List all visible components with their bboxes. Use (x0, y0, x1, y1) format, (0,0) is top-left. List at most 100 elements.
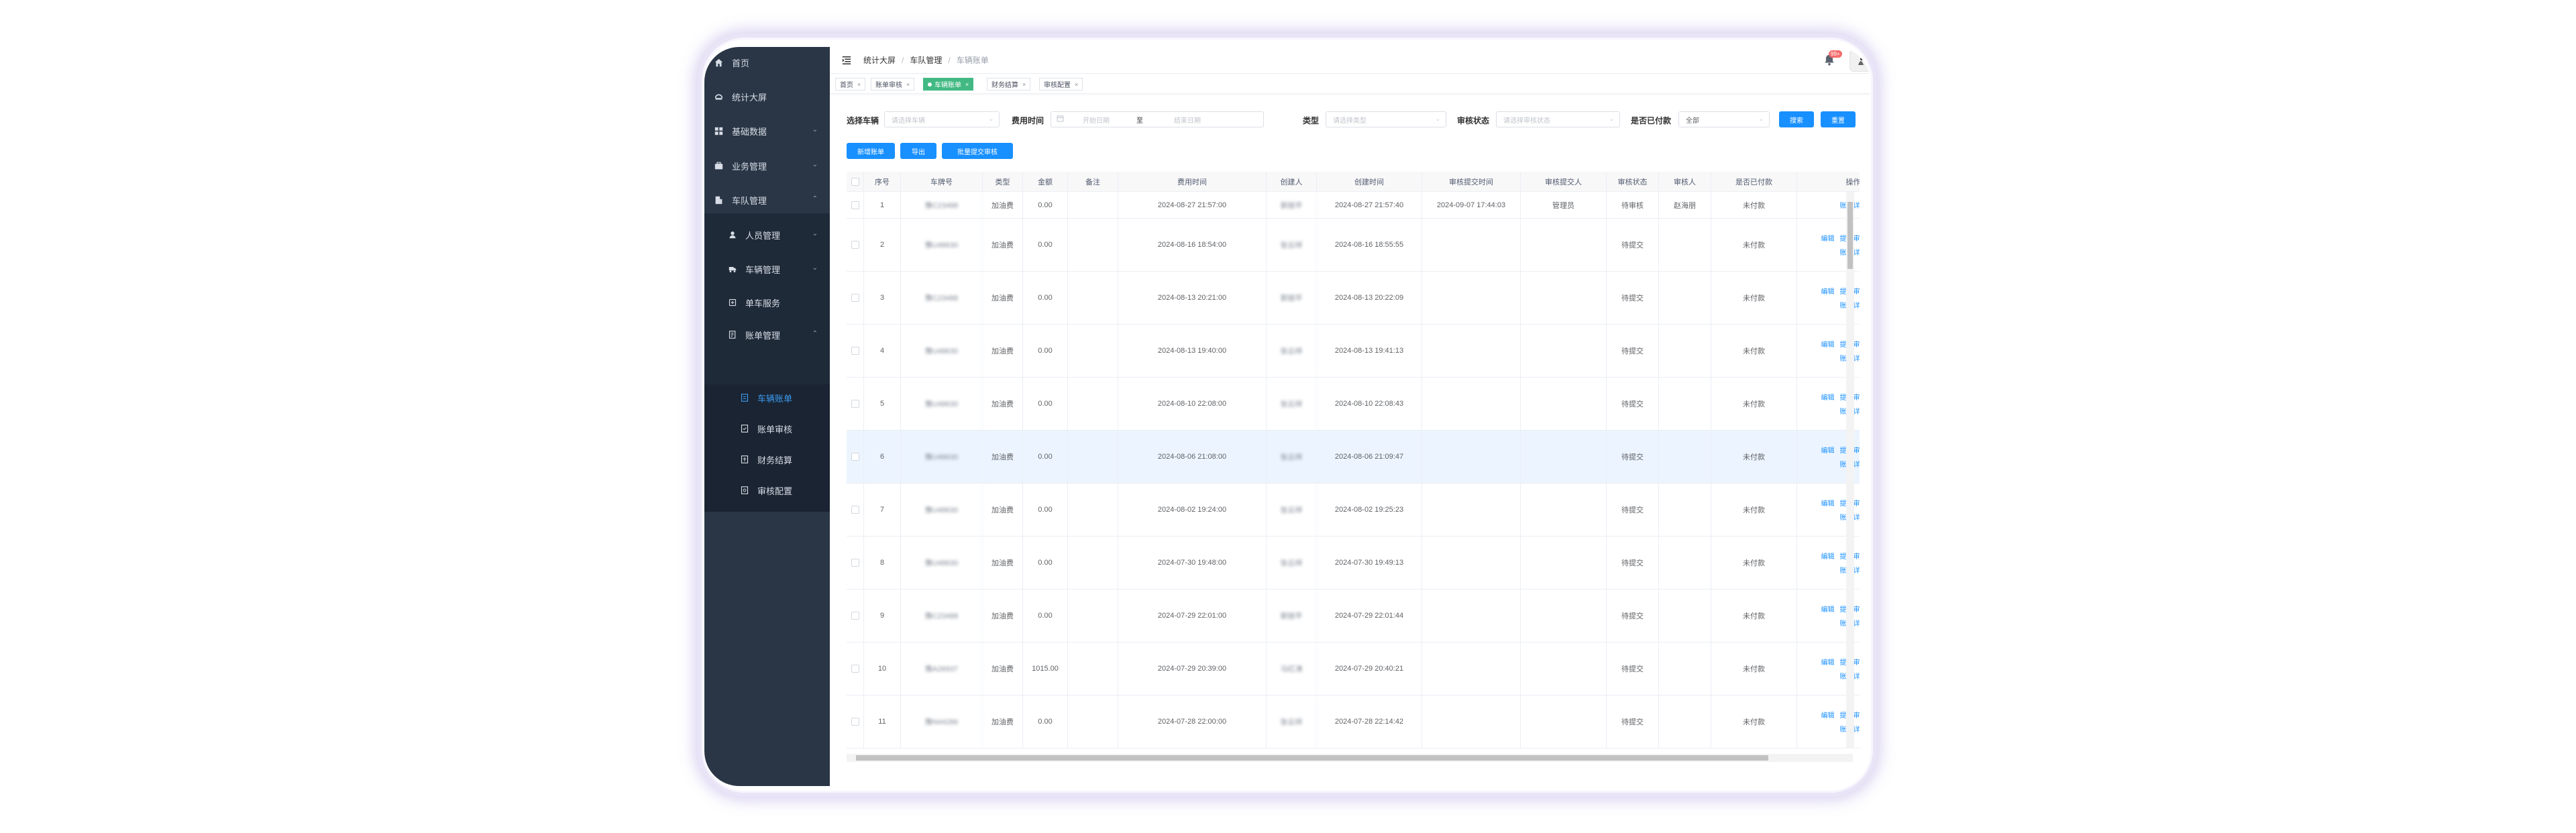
breadcrumb-item[interactable]: 统计大屏 (863, 54, 896, 66)
tag-bill-audit[interactable]: 账单审核 × (871, 78, 915, 91)
edit-link[interactable]: 编辑 (1821, 710, 1835, 720)
edit-link[interactable]: 编辑 (1821, 392, 1835, 402)
cell-type: 加油费 (983, 537, 1023, 589)
cell-auditor (1659, 219, 1711, 271)
chevron-down-icon: ⌄ (1435, 115, 1440, 122)
table-row[interactable]: 10 豫A26937 加油费 1015.00 2024-07-29 20:39:00 马红… (847, 643, 1860, 696)
config-icon (739, 486, 749, 496)
row-checkbox[interactable] (851, 718, 859, 726)
edit-link[interactable]: 编辑 (1821, 339, 1835, 349)
cell-paid: 未付款 (1711, 643, 1797, 695)
sidebar-item-bills[interactable]: 账单管理 ⌃ (704, 321, 830, 348)
audit-status-select[interactable]: 请选择审核状态 ⌄ (1496, 111, 1620, 127)
table-row[interactable]: 7 豫U48630 加油费 0.00 2024-08-02 19:24:00 张云祥 202… (847, 484, 1860, 537)
edit-link[interactable]: 编辑 (1821, 286, 1835, 296)
table-row[interactable]: 5 豫U48630 加油费 0.00 2024-08-10 22:08:00 张云祥 202… (847, 378, 1860, 431)
tag-audit-config[interactable]: 审核配置 × (1039, 78, 1083, 91)
tag-home[interactable]: 首页 × (835, 78, 866, 91)
sidebar-item-vehicle-service[interactable]: 单车服务 (704, 289, 830, 316)
edit-link[interactable]: 编辑 (1821, 551, 1835, 561)
chevron-down-icon: ⌄ (812, 126, 818, 133)
row-checkbox[interactable] (851, 347, 859, 355)
table-row[interactable]: 1 豫C23488 加油费 0.00 2024-08-27 21:57:00 郭丽平 202… (847, 192, 1860, 219)
cell-fee-time: 2024-07-28 22:00:00 (1118, 696, 1267, 748)
row-checkbox[interactable] (851, 453, 859, 461)
start-date-input[interactable]: 开始日期 (1083, 115, 1136, 125)
row-checkbox-cell (847, 192, 864, 218)
hamburger-icon[interactable] (842, 56, 851, 65)
sidebar-item-audit-config[interactable]: 审核配置 (704, 477, 830, 504)
cell-note (1068, 272, 1118, 324)
sidebar-item-business[interactable]: 业务管理 ⌄ (704, 152, 830, 179)
table-row[interactable]: 8 豫U48630 加油费 0.00 2024-07-30 19:48:00 张云祥 202… (847, 537, 1860, 590)
sidebar-item-bill-audit[interactable]: 账单审核 (704, 415, 830, 442)
row-checkbox[interactable] (851, 400, 859, 408)
table-row[interactable]: 9 豫C23488 加油费 0.00 2024-07-29 22:01:00 郭丽平 202… (847, 590, 1860, 643)
table-row[interactable]: 3 豫C23488 加油费 0.00 2024-08-13 20:21:00 郭丽平 202… (847, 272, 1860, 325)
export-button[interactable]: 导出 (900, 143, 936, 159)
batch-submit-button[interactable]: 批量提交审核 (942, 143, 1013, 159)
close-icon[interactable]: × (965, 81, 969, 88)
horizontal-scrollbar[interactable] (847, 754, 1853, 762)
sidebar-item-home[interactable]: 首页 (704, 49, 830, 76)
breadcrumb-item[interactable]: 车队管理 (910, 54, 942, 66)
row-checkbox-cell (847, 643, 864, 695)
tag-vehicle-bill[interactable]: 车辆账单 × (923, 78, 974, 91)
sidebar-item-finance[interactable]: 财务结算 (704, 446, 830, 473)
sidebar-item-vehicles[interactable]: 车辆管理 ⌄ (704, 256, 830, 282)
table-row[interactable]: 4 豫U48630 加油费 0.00 2024-08-13 19:40:00 张云祥 202… (847, 325, 1860, 378)
edit-link[interactable]: 编辑 (1821, 498, 1835, 508)
search-button[interactable]: 搜索 (1779, 111, 1814, 127)
row-checkbox[interactable] (851, 665, 859, 673)
cell-submit-time (1422, 643, 1521, 695)
close-icon[interactable]: × (857, 81, 861, 88)
avatar[interactable] (1849, 50, 1870, 72)
row-checkbox-cell (847, 484, 864, 536)
table-row[interactable]: 6 豫U48630 加油费 0.00 2024-08-06 21:08:00 张云祥 202… (847, 431, 1860, 484)
cell-plate: 豫U48630 (901, 219, 983, 271)
row-checkbox-cell (847, 272, 864, 324)
add-bill-button[interactable]: 新增账单 (847, 143, 895, 159)
column-header: 审核提交人 (1521, 172, 1607, 192)
edit-link[interactable]: 编辑 (1821, 604, 1835, 614)
edit-link[interactable]: 编辑 (1821, 445, 1835, 455)
tag-finance[interactable]: 财务结算 × (987, 78, 1031, 91)
sidebar-item-staff[interactable]: 人员管理 ⌄ (704, 221, 830, 248)
cell-type: 加油费 (983, 484, 1023, 536)
cell-paid: 未付款 (1711, 192, 1797, 218)
close-icon[interactable]: × (1075, 81, 1078, 88)
row-checkbox[interactable] (851, 294, 859, 302)
row-checkbox[interactable] (851, 201, 859, 209)
reset-button[interactable]: 重置 (1821, 111, 1856, 127)
close-icon[interactable]: × (1022, 81, 1026, 88)
close-icon[interactable]: × (906, 81, 910, 88)
select-all-checkbox[interactable] (851, 177, 859, 186)
vertical-scrollbar[interactable] (1846, 192, 1854, 748)
type-select[interactable]: 请选择类型 ⌄ (1326, 111, 1446, 127)
sidebar-item-dashboard[interactable]: 统计大屏 (704, 83, 830, 110)
sidebar-item-basic-data[interactable]: 基础数据 ⌄ (704, 117, 830, 144)
row-checkbox[interactable] (851, 612, 859, 620)
cell-submitter: 管理员 (1521, 192, 1607, 218)
edit-link[interactable]: 编辑 (1821, 233, 1835, 243)
row-checkbox[interactable] (851, 506, 859, 514)
row-checkbox-cell (847, 431, 864, 483)
sidebar-item-vehicle-bill[interactable]: 车辆账单 (704, 384, 830, 411)
notification-bell[interactable]: 99+ (1823, 50, 1842, 67)
end-date-input[interactable]: 结束日期 (1174, 115, 1201, 125)
cell-plate: 豫U48630 (901, 325, 983, 377)
table-row[interactable]: 11 豫N44286 加油费 0.00 2024-07-28 22:00:00 张云祥 20… (847, 696, 1860, 748)
table-row[interactable]: 2 豫U48630 加油费 0.00 2024-08-16 18:54:00 张云祥 202… (847, 219, 1860, 272)
cell-note (1068, 192, 1118, 218)
paid-select[interactable]: 全部 ⌄ (1678, 111, 1770, 127)
sidebar-item-fleet[interactable]: 车队管理 ⌃ (704, 186, 830, 213)
row-checkbox[interactable] (851, 559, 859, 567)
cell-amount: 0.00 (1023, 590, 1068, 642)
scrollbar-thumb[interactable] (856, 755, 1768, 761)
scrollbar-thumb[interactable] (1847, 202, 1853, 269)
date-range-picker[interactable]: 开始日期 至 结束日期 (1051, 111, 1264, 127)
bill-icon (739, 393, 749, 403)
edit-link[interactable]: 编辑 (1821, 657, 1835, 667)
row-checkbox[interactable] (851, 241, 859, 249)
vehicle-select[interactable]: 请选择车辆 ⌄ (884, 111, 1000, 127)
